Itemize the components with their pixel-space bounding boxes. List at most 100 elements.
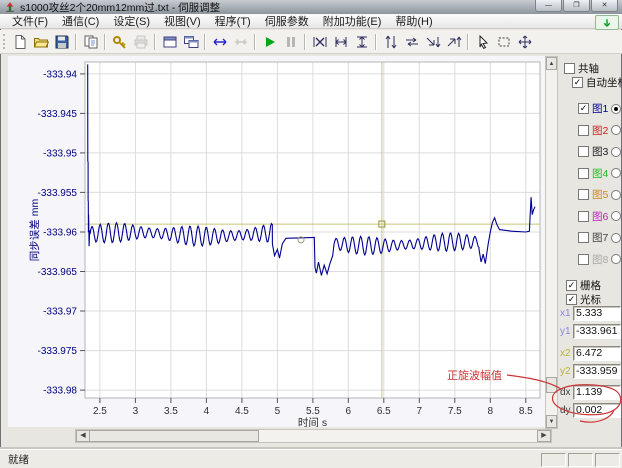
toolbar-separator [154,34,156,50]
key-icon [112,34,128,50]
x-tick-label: 7.5 [448,406,462,417]
series-toggle-图2[interactable]: 图2 [578,123,621,138]
zoom-fit-icon [312,34,328,50]
scroll-left-arrow[interactable]: ◀ [76,430,90,442]
collapse-horizontal-button[interactable] [230,32,251,52]
y2-input[interactable]: -333.959 [573,364,621,379]
menu-item-1[interactable]: 文件(F) [5,13,55,29]
checkbox[interactable] [564,63,575,74]
expand-horizontal-button[interactable] [209,32,230,52]
minimize-button[interactable]: — [535,0,562,12]
print-button[interactable] [130,32,151,52]
series-radio[interactable] [611,104,621,114]
menu-item-5[interactable]: 程序(T) [208,13,258,29]
series-toggle-图4[interactable]: 图4 [578,166,621,181]
zoom-fit-button[interactable] [309,32,330,52]
series-radio[interactable] [611,190,621,200]
checkbox-label: 栅格 [580,278,601,293]
pause-button[interactable] [280,32,301,52]
series-toggle-图7[interactable]: 图7 [578,230,621,245]
grid-checkbox[interactable]: ✓栅格 [566,278,601,293]
shift-down-icon [425,34,441,50]
y-tick-label: -333.97 [43,307,77,318]
x-tick-label: 8.5 [519,406,533,417]
zoom-vertical-button[interactable] [351,32,372,52]
scroll-right-arrow[interactable]: ▶ [537,430,551,442]
save-file-button[interactable] [51,32,72,52]
x1-input[interactable]: 5.333 [573,306,621,321]
coaxial-checkbox[interactable]: 共轴 [564,61,599,76]
close-button[interactable]: ✕ [591,0,618,12]
series-radio[interactable] [611,125,621,135]
horizontal-scrollbar[interactable]: ◀ ▶ [75,429,552,443]
x-tick-label: 4.5 [235,406,249,417]
axis-scale-y-button[interactable] [380,32,401,52]
axis-scale-x-button[interactable] [401,32,422,52]
open-file-button[interactable] [30,32,51,52]
menu-item-6[interactable]: 伺服参数 [258,13,316,29]
series-radio[interactable] [611,254,621,264]
checkbox[interactable]: ✓ [566,294,577,305]
checkbox[interactable]: ✓ [566,280,577,291]
series-toggle-图5[interactable]: 图5 [578,187,621,202]
status-cells [541,453,620,467]
copy-button[interactable] [80,32,101,52]
shift-down-button[interactable] [422,32,443,52]
cursor-checkbox[interactable]: ✓光标 [566,292,601,307]
menu-item-2[interactable]: 通信(C) [55,13,106,29]
horizontal-scroll-thumb[interactable] [89,430,259,442]
menu-item-3[interactable]: 设定(S) [106,13,157,29]
series-radio[interactable] [611,168,621,178]
x2-input[interactable]: 6.472 [573,346,621,361]
series-radio[interactable] [611,147,621,157]
dx-input[interactable]: 1.139 [573,385,621,400]
series-label: 图5 [592,187,608,202]
scroll-down-arrow[interactable]: ▼ [546,415,557,428]
key-button[interactable] [109,32,130,52]
checkbox[interactable] [578,168,589,179]
shift-up-button[interactable] [443,32,464,52]
zoom-horizontal-button[interactable] [330,32,351,52]
series-radio[interactable] [611,211,621,221]
checkbox[interactable] [578,146,589,157]
checkbox[interactable] [578,211,589,222]
vertical-scroll-thumb[interactable] [546,377,557,393]
toolbar [0,30,622,54]
checkbox[interactable] [578,254,589,265]
series-toggle-图6[interactable]: 图6 [578,209,621,224]
scroll-up-arrow[interactable]: ▲ [546,57,557,70]
quick-down-button[interactable] [595,15,619,30]
x-tick-label: 4 [204,406,210,417]
series-toggle-图1[interactable]: ✓图1 [578,101,621,116]
checkbox[interactable]: ✓ [578,103,589,114]
checkbox[interactable] [578,189,589,200]
series-radio[interactable] [611,233,621,243]
menu-item-8[interactable]: 帮助(H) [388,13,439,29]
checkbox[interactable]: ✓ [572,77,583,88]
window-cascade-button[interactable] [180,32,201,52]
x-tick-label: 5 [275,406,281,417]
x-tick-label: 8 [488,406,494,417]
play-button[interactable] [259,32,280,52]
window-tile-button[interactable] [159,32,180,52]
control-panel: 共轴✓自动坐标✓图1图2图3图4图5图6图7图8✓栅格✓光标x15.333y1-… [559,56,622,429]
y-tick-label: -333.98 [43,386,77,397]
checkbox[interactable] [578,232,589,243]
series-toggle-图8[interactable]: 图8 [578,252,621,267]
dx-label: dx [560,387,573,398]
series-label: 图2 [592,123,608,138]
maximize-button[interactable]: ❐ [563,0,590,12]
series-toggle-图3[interactable]: 图3 [578,144,621,159]
vertical-scrollbar[interactable]: ▲ ▼ [545,56,558,429]
cursor-arrow-button[interactable] [472,32,493,52]
menu-item-4[interactable]: 视图(V) [157,13,208,29]
checkbox[interactable] [578,125,589,136]
menu-item-7[interactable]: 附加功能(E) [316,13,389,29]
y1-input[interactable]: -333.961 [573,324,621,339]
select-region-button[interactable] [493,32,514,52]
dy-input[interactable]: 0.002 [573,403,621,418]
pan-button[interactable] [514,32,535,52]
auto-axis-checkbox[interactable]: ✓自动坐标 [572,75,622,90]
new-file-button[interactable] [9,32,30,52]
x-tick-label: 5.5 [306,406,320,417]
